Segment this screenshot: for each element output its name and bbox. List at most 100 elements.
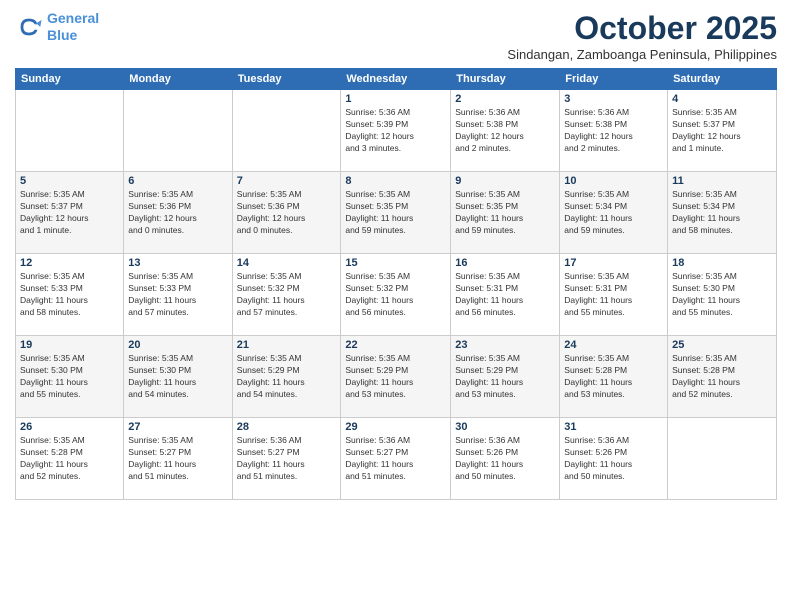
day-number: 15 bbox=[345, 257, 446, 269]
table-row: 16 Sunrise: 5:35 AM Sunset: 5:31 PM Dayli… bbox=[451, 254, 560, 336]
day-number: 17 bbox=[564, 257, 663, 269]
logo: General Blue bbox=[15, 10, 99, 44]
day-info: Sunrise: 5:35 AM Sunset: 5:35 PM Dayligh… bbox=[345, 189, 446, 237]
day-info: Sunrise: 5:35 AM Sunset: 5:32 PM Dayligh… bbox=[345, 271, 446, 319]
day-number: 7 bbox=[237, 175, 337, 187]
day-number: 29 bbox=[345, 421, 446, 433]
day-number: 25 bbox=[672, 339, 772, 351]
day-info: Sunrise: 5:35 AM Sunset: 5:34 PM Dayligh… bbox=[672, 189, 772, 237]
table-row bbox=[124, 90, 232, 172]
day-info: Sunrise: 5:36 AM Sunset: 5:27 PM Dayligh… bbox=[345, 435, 446, 483]
table-row: 31 Sunrise: 5:36 AM Sunset: 5:26 PM Dayli… bbox=[560, 418, 668, 500]
calendar-week-4: 19Sunrise: 5:35 AM Sunset: 5:30 PM Dayli… bbox=[16, 336, 777, 418]
table-row: 15 Sunrise: 5:35 AM Sunset: 5:32 PM Dayli… bbox=[341, 254, 451, 336]
day-info: Sunrise: 5:36 AM Sunset: 5:38 PM Dayligh… bbox=[564, 107, 663, 155]
table-row: 29 Sunrise: 5:36 AM Sunset: 5:27 PM Dayli… bbox=[341, 418, 451, 500]
day-info: Sunrise: 5:35 AM Sunset: 5:28 PM Dayligh… bbox=[20, 435, 119, 483]
table-row: 27 Sunrise: 5:35 AM Sunset: 5:27 PM Dayli… bbox=[124, 418, 232, 500]
table-row: 8 Sunrise: 5:35 AM Sunset: 5:35 PM Daylig… bbox=[341, 172, 451, 254]
table-row: 12 Sunrise: 5:35 AM Sunset: 5:33 PM Dayli… bbox=[16, 254, 124, 336]
day-number: 22 bbox=[345, 339, 446, 351]
day-number: 30 bbox=[455, 421, 555, 433]
day-info: Sunrise: 5:36 AM Sunset: 5:38 PM Dayligh… bbox=[455, 107, 555, 155]
table-row: 9Sunrise: 5:35 AM Sunset: 5:35 PM Daylig… bbox=[451, 172, 560, 254]
table-row: 3 Sunrise: 5:36 AM Sunset: 5:38 PM Daylig… bbox=[560, 90, 668, 172]
table-row: 30 Sunrise: 5:36 AM Sunset: 5:26 PM Dayli… bbox=[451, 418, 560, 500]
day-number: 11 bbox=[672, 175, 772, 187]
table-row: 5Sunrise: 5:35 AM Sunset: 5:37 PM Daylig… bbox=[16, 172, 124, 254]
day-info: Sunrise: 5:35 AM Sunset: 5:30 PM Dayligh… bbox=[128, 353, 227, 401]
day-info: Sunrise: 5:35 AM Sunset: 5:31 PM Dayligh… bbox=[455, 271, 555, 319]
col-friday: Friday bbox=[560, 69, 668, 90]
day-number: 27 bbox=[128, 421, 227, 433]
day-info: Sunrise: 5:36 AM Sunset: 5:26 PM Dayligh… bbox=[455, 435, 555, 483]
table-row: 1 Sunrise: 5:36 AM Sunset: 5:39 PM Daylig… bbox=[341, 90, 451, 172]
day-number: 8 bbox=[345, 175, 446, 187]
table-row: 20 Sunrise: 5:35 AM Sunset: 5:30 PM Dayli… bbox=[124, 336, 232, 418]
day-number: 1 bbox=[345, 93, 446, 105]
day-number: 4 bbox=[672, 93, 772, 105]
table-row: 6 Sunrise: 5:35 AM Sunset: 5:36 PM Daylig… bbox=[124, 172, 232, 254]
day-info: Sunrise: 5:35 AM Sunset: 5:37 PM Dayligh… bbox=[20, 189, 119, 237]
table-row: 26Sunrise: 5:35 AM Sunset: 5:28 PM Dayli… bbox=[16, 418, 124, 500]
table-row: 13 Sunrise: 5:35 AM Sunset: 5:33 PM Dayli… bbox=[124, 254, 232, 336]
day-info: Sunrise: 5:35 AM Sunset: 5:33 PM Dayligh… bbox=[20, 271, 119, 319]
day-info: Sunrise: 5:36 AM Sunset: 5:39 PM Dayligh… bbox=[345, 107, 446, 155]
day-number: 21 bbox=[237, 339, 337, 351]
day-info: Sunrise: 5:35 AM Sunset: 5:29 PM Dayligh… bbox=[237, 353, 337, 401]
day-info: Sunrise: 5:35 AM Sunset: 5:29 PM Dayligh… bbox=[345, 353, 446, 401]
calendar-header-row: Sunday Monday Tuesday Wednesday Thursday… bbox=[16, 69, 777, 90]
day-number: 28 bbox=[237, 421, 337, 433]
day-number: 18 bbox=[672, 257, 772, 269]
table-row: 4 Sunrise: 5:35 AM Sunset: 5:37 PM Daylig… bbox=[668, 90, 777, 172]
day-number: 13 bbox=[128, 257, 227, 269]
day-info: Sunrise: 5:36 AM Sunset: 5:27 PM Dayligh… bbox=[237, 435, 337, 483]
day-number: 16 bbox=[455, 257, 555, 269]
table-row: 19Sunrise: 5:35 AM Sunset: 5:30 PM Dayli… bbox=[16, 336, 124, 418]
calendar: Sunday Monday Tuesday Wednesday Thursday… bbox=[15, 68, 777, 500]
day-number: 2 bbox=[455, 93, 555, 105]
col-sunday: Sunday bbox=[16, 69, 124, 90]
day-info: Sunrise: 5:35 AM Sunset: 5:36 PM Dayligh… bbox=[128, 189, 227, 237]
day-info: Sunrise: 5:35 AM Sunset: 5:27 PM Dayligh… bbox=[128, 435, 227, 483]
col-tuesday: Tuesday bbox=[232, 69, 341, 90]
table-row bbox=[668, 418, 777, 500]
table-row: 28 Sunrise: 5:36 AM Sunset: 5:27 PM Dayli… bbox=[232, 418, 341, 500]
col-thursday: Thursday bbox=[451, 69, 560, 90]
day-number: 31 bbox=[564, 421, 663, 433]
day-number: 12 bbox=[20, 257, 119, 269]
table-row: 2 Sunrise: 5:36 AM Sunset: 5:38 PM Daylig… bbox=[451, 90, 560, 172]
col-monday: Monday bbox=[124, 69, 232, 90]
day-number: 20 bbox=[128, 339, 227, 351]
day-info: Sunrise: 5:35 AM Sunset: 5:29 PM Dayligh… bbox=[455, 353, 555, 401]
table-row: 18 Sunrise: 5:35 AM Sunset: 5:30 PM Dayli… bbox=[668, 254, 777, 336]
day-info: Sunrise: 5:35 AM Sunset: 5:30 PM Dayligh… bbox=[20, 353, 119, 401]
table-row bbox=[232, 90, 341, 172]
day-info: Sunrise: 5:36 AM Sunset: 5:26 PM Dayligh… bbox=[564, 435, 663, 483]
day-number: 6 bbox=[128, 175, 227, 187]
day-info: Sunrise: 5:35 AM Sunset: 5:35 PM Dayligh… bbox=[455, 189, 555, 237]
table-row: 24Sunrise: 5:35 AM Sunset: 5:28 PM Dayli… bbox=[560, 336, 668, 418]
calendar-week-1: 1 Sunrise: 5:36 AM Sunset: 5:39 PM Daylig… bbox=[16, 90, 777, 172]
calendar-week-2: 5Sunrise: 5:35 AM Sunset: 5:37 PM Daylig… bbox=[16, 172, 777, 254]
page-header: General Blue October 2025 Sindangan, Zam… bbox=[15, 10, 777, 62]
day-number: 24 bbox=[564, 339, 663, 351]
calendar-week-3: 12 Sunrise: 5:35 AM Sunset: 5:33 PM Dayli… bbox=[16, 254, 777, 336]
table-row: 10Sunrise: 5:35 AM Sunset: 5:34 PM Dayli… bbox=[560, 172, 668, 254]
table-row: 17Sunrise: 5:35 AM Sunset: 5:31 PM Dayli… bbox=[560, 254, 668, 336]
day-number: 10 bbox=[564, 175, 663, 187]
day-info: Sunrise: 5:35 AM Sunset: 5:36 PM Dayligh… bbox=[237, 189, 337, 237]
day-info: Sunrise: 5:35 AM Sunset: 5:30 PM Dayligh… bbox=[672, 271, 772, 319]
day-info: Sunrise: 5:35 AM Sunset: 5:37 PM Dayligh… bbox=[672, 107, 772, 155]
day-info: Sunrise: 5:35 AM Sunset: 5:33 PM Dayligh… bbox=[128, 271, 227, 319]
table-row: 11 Sunrise: 5:35 AM Sunset: 5:34 PM Dayli… bbox=[668, 172, 777, 254]
day-number: 14 bbox=[237, 257, 337, 269]
location: Sindangan, Zamboanga Peninsula, Philippi… bbox=[507, 47, 777, 62]
day-number: 23 bbox=[455, 339, 555, 351]
month-title: October 2025 bbox=[507, 10, 777, 47]
logo-icon bbox=[15, 13, 43, 41]
table-row: 14 Sunrise: 5:35 AM Sunset: 5:32 PM Dayli… bbox=[232, 254, 341, 336]
day-number: 3 bbox=[564, 93, 663, 105]
col-wednesday: Wednesday bbox=[341, 69, 451, 90]
day-info: Sunrise: 5:35 AM Sunset: 5:32 PM Dayligh… bbox=[237, 271, 337, 319]
